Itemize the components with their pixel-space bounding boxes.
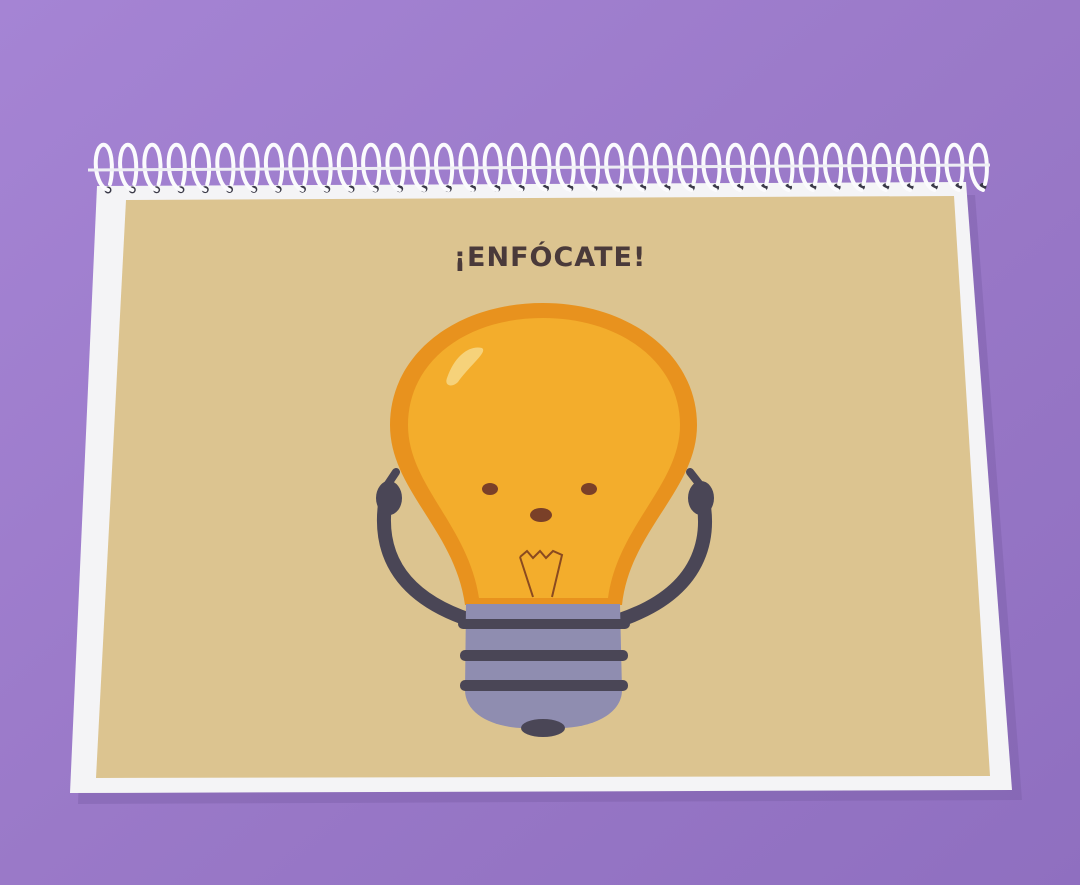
right-eye bbox=[581, 483, 597, 495]
mouth bbox=[530, 508, 552, 522]
page-title: ¡ENFÓCATE! bbox=[454, 241, 647, 273]
bulb-base-tip bbox=[521, 719, 565, 737]
base-thread-1 bbox=[458, 619, 630, 629]
left-eye bbox=[482, 483, 498, 495]
notebook-photo: ¡ENFÓCATE! bbox=[0, 0, 1080, 885]
base-thread-3 bbox=[460, 680, 628, 691]
base-thread-2 bbox=[460, 650, 628, 661]
